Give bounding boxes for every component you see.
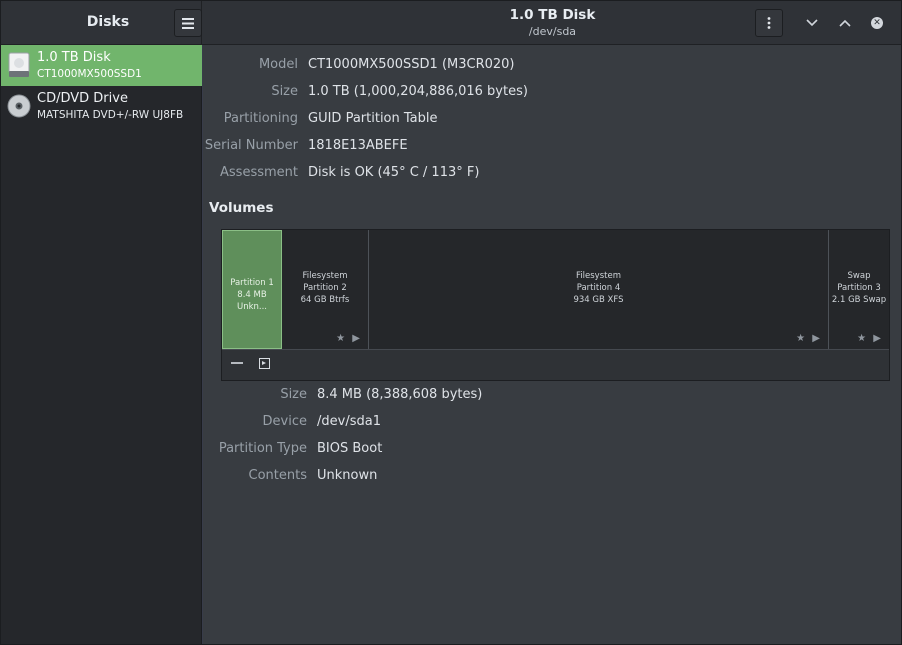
info-value: 1818E13ABEFE bbox=[308, 138, 408, 153]
mount-star-icon: ★ ▶ bbox=[796, 333, 822, 344]
header-bar: Disks 1.0 TB Disk /dev/sda ✕ bbox=[1, 1, 901, 45]
play-box-icon bbox=[258, 358, 270, 369]
info-key: Model bbox=[258, 57, 298, 72]
mount-star-icon: ★ ▶ bbox=[336, 333, 362, 344]
drive-item-ssd[interactable]: 1.0 TB Disk CT1000MX500SSD1 bbox=[1, 45, 202, 86]
maximize-button[interactable] bbox=[835, 13, 855, 33]
info-key: Device bbox=[262, 414, 307, 429]
delete-partition-button[interactable] bbox=[229, 357, 245, 373]
close-icon: ✕ bbox=[871, 17, 883, 29]
volume-toolbar bbox=[222, 349, 889, 380]
disk-menu-button[interactable] bbox=[755, 9, 783, 37]
info-value: Unknown bbox=[317, 468, 378, 483]
partition-detail: 934 GB XFS bbox=[573, 295, 624, 305]
info-value: BIOS Boot bbox=[317, 441, 383, 456]
optical-disc-icon bbox=[7, 94, 31, 118]
chevron-down-icon bbox=[806, 19, 818, 27]
info-key: Size bbox=[271, 84, 298, 99]
partition-bar: Partition 1 8.4 MB Unkn... Filesystem Pa… bbox=[222, 230, 889, 349]
volume-map: Partition 1 8.4 MB Unkn... Filesystem Pa… bbox=[221, 229, 890, 381]
drive-name: 1.0 TB Disk bbox=[37, 50, 111, 65]
hamburger-menu-button[interactable] bbox=[174, 9, 202, 37]
close-button[interactable]: ✕ bbox=[867, 13, 887, 33]
window-title: 1.0 TB Disk /dev/sda bbox=[202, 7, 901, 38]
partition-label: Filesystem bbox=[302, 271, 348, 281]
disk-title: 1.0 TB Disk bbox=[509, 7, 596, 23]
partition-label: Filesystem bbox=[576, 271, 621, 281]
vertical-dots-icon bbox=[767, 17, 771, 29]
info-value: GUID Partition Table bbox=[308, 111, 438, 126]
partition-name: Partition 3 bbox=[837, 283, 881, 293]
info-value: /dev/sda1 bbox=[317, 414, 381, 429]
drive-item-optical[interactable]: CD/DVD Drive MATSHITA DVD+/-RW UJ8FB bbox=[1, 86, 202, 127]
partition-1[interactable]: Partition 1 8.4 MB Unkn... bbox=[222, 230, 282, 349]
drive-model: MATSHITA DVD+/-RW UJ8FB bbox=[37, 109, 184, 121]
volumes-heading: Volumes bbox=[209, 200, 274, 216]
partition-label: Partition 1 bbox=[230, 278, 274, 288]
partition-actions-button[interactable] bbox=[256, 357, 272, 373]
partition-detail: 2.1 GB Swap bbox=[831, 295, 887, 305]
minus-icon bbox=[231, 362, 243, 364]
minimize-button[interactable] bbox=[802, 13, 822, 33]
sidebar-header: Disks bbox=[1, 1, 202, 45]
info-key: Serial Number bbox=[204, 138, 298, 153]
info-key: Size bbox=[280, 387, 307, 402]
info-key: Contents bbox=[248, 468, 307, 483]
partition-name: Partition 4 bbox=[576, 283, 621, 293]
partition-name: Partition 2 bbox=[303, 283, 347, 293]
info-key: Partitioning bbox=[223, 111, 298, 126]
mount-star-icon: ★ ▶ bbox=[857, 333, 883, 344]
drive-name: CD/DVD Drive bbox=[37, 91, 128, 106]
partition-detail: 64 GB Btrfs bbox=[300, 295, 350, 305]
partition-3[interactable]: Swap Partition 3 2.1 GB Swap ★ ▶ bbox=[829, 230, 889, 349]
info-key: Partition Type bbox=[218, 441, 307, 456]
chevron-up-icon bbox=[839, 19, 851, 27]
partition-4[interactable]: Filesystem Partition 4 934 GB XFS ★ ▶ bbox=[369, 230, 829, 349]
drive-list: 1.0 TB Disk CT1000MX500SSD1 CD/DVD Drive… bbox=[1, 45, 202, 644]
disk-details: Model CT1000MX500SSD1 (M3CR020) Size 1.0… bbox=[203, 45, 901, 644]
info-value: 1.0 TB (1,000,204,886,016 bytes) bbox=[308, 84, 528, 99]
partition-label: Swap bbox=[847, 271, 871, 281]
info-value: CT1000MX500SSD1 (M3CR020) bbox=[308, 57, 515, 72]
disks-window: Disks 1.0 TB Disk /dev/sda ✕ 1.0 TB Disk… bbox=[0, 0, 902, 645]
disk-device: /dev/sda bbox=[528, 25, 577, 38]
hamburger-icon bbox=[182, 17, 194, 29]
info-key: Assessment bbox=[220, 165, 298, 180]
partition-2[interactable]: Filesystem Partition 2 64 GB Btrfs ★ ▶ bbox=[282, 230, 369, 349]
info-value: 8.4 MB (8,388,608 bytes) bbox=[317, 387, 483, 402]
drive-model: CT1000MX500SSD1 bbox=[37, 68, 142, 80]
partition-detail: 8.4 MB Unkn... bbox=[236, 290, 268, 312]
ssd-icon bbox=[8, 52, 30, 77]
info-value: Disk is OK (45° C / 113° F) bbox=[308, 165, 480, 180]
